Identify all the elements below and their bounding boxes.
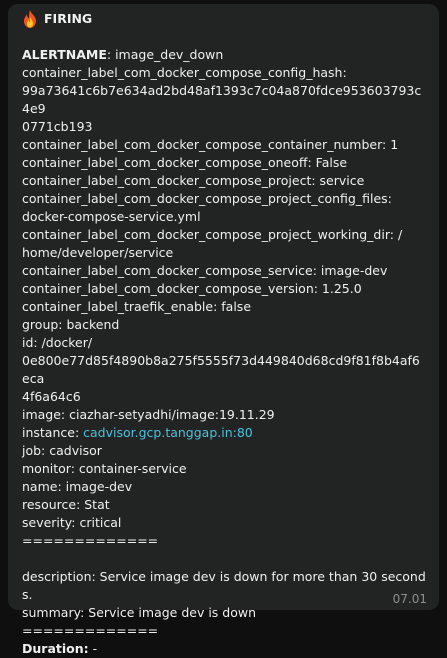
message-line: monitor: container-service: [22, 461, 187, 476]
message-header: FIRING: [22, 10, 92, 28]
message-line: image: ciazhar-setyadhi/image:19.11.29: [22, 407, 275, 422]
duration-value: -: [88, 641, 98, 656]
alertname-key: ALERTNAME: [22, 47, 107, 62]
message-line: container_label_com_docker_compose_proje…: [22, 227, 403, 242]
message-line: id: /docker/: [22, 335, 93, 350]
instance-key: instance:: [22, 425, 84, 440]
message-line: name: image-dev: [22, 479, 133, 494]
message-line: severity: critical: [22, 515, 122, 530]
message-line: home/developer/service: [22, 245, 174, 260]
duration-line: Duration: -: [22, 640, 427, 658]
message-line: 99a73641c6b7e634ad2bd48af1393c7c04a870fd…: [22, 83, 422, 116]
separator-line: =============: [22, 623, 159, 638]
label-lines: container_label_com_docker_compose_confi…: [22, 64, 427, 424]
message-body: ALERTNAME: image_dev_down container_labe…: [22, 46, 427, 658]
fire-icon: [22, 10, 38, 28]
message-line: job: cadvisor: [22, 443, 102, 458]
message-line: 4f6a64c6: [22, 389, 81, 404]
duration-key: Duration:: [22, 641, 89, 656]
message-line: resource: Stat: [22, 497, 110, 512]
message-line: group: backend: [22, 317, 120, 332]
instance-line: instance: cadvisor.gcp.tanggap.in:80: [22, 424, 427, 442]
message-time: 07.01: [392, 592, 427, 606]
alertname-line: ALERTNAME: image_dev_down: [22, 46, 427, 64]
message-line: container_label_com_docker_compose_oneof…: [22, 155, 348, 170]
message-line: 0771cb193: [22, 119, 93, 134]
alertname-value: : image_dev_down: [106, 47, 224, 62]
message-bubble[interactable]: FIRING ALERTNAME: image_dev_down contain…: [8, 4, 439, 656]
description-line: description: Service image dev is down f…: [22, 569, 426, 602]
label-lines-2: job: cadvisor monitor: container-service n…: [22, 442, 427, 550]
message-line: container_label_com_docker_compose_servi…: [22, 263, 388, 278]
alert-status: FIRING: [44, 11, 93, 26]
message-line: container_label_com_docker_compose_conta…: [22, 137, 399, 152]
message-line: container_label_com_docker_compose_versi…: [22, 281, 362, 296]
instance-link[interactable]: cadvisor.gcp.tanggap.in:80: [83, 425, 253, 440]
message-line: =============: [22, 533, 159, 548]
message-line: container_label_com_docker_compose_confi…: [22, 65, 347, 80]
message-line: container_label_traefik_enable: false: [22, 299, 252, 314]
message-line: container_label_com_docker_compose_proje…: [22, 191, 392, 206]
summary-line: summary: Service image dev is down: [22, 605, 257, 620]
message-line: 0e800e77d85f4890b8a275f5555f73d449840d68…: [22, 353, 420, 386]
message-line: container_label_com_docker_compose_proje…: [22, 173, 365, 188]
message-line: docker-compose-service.yml: [22, 209, 201, 224]
